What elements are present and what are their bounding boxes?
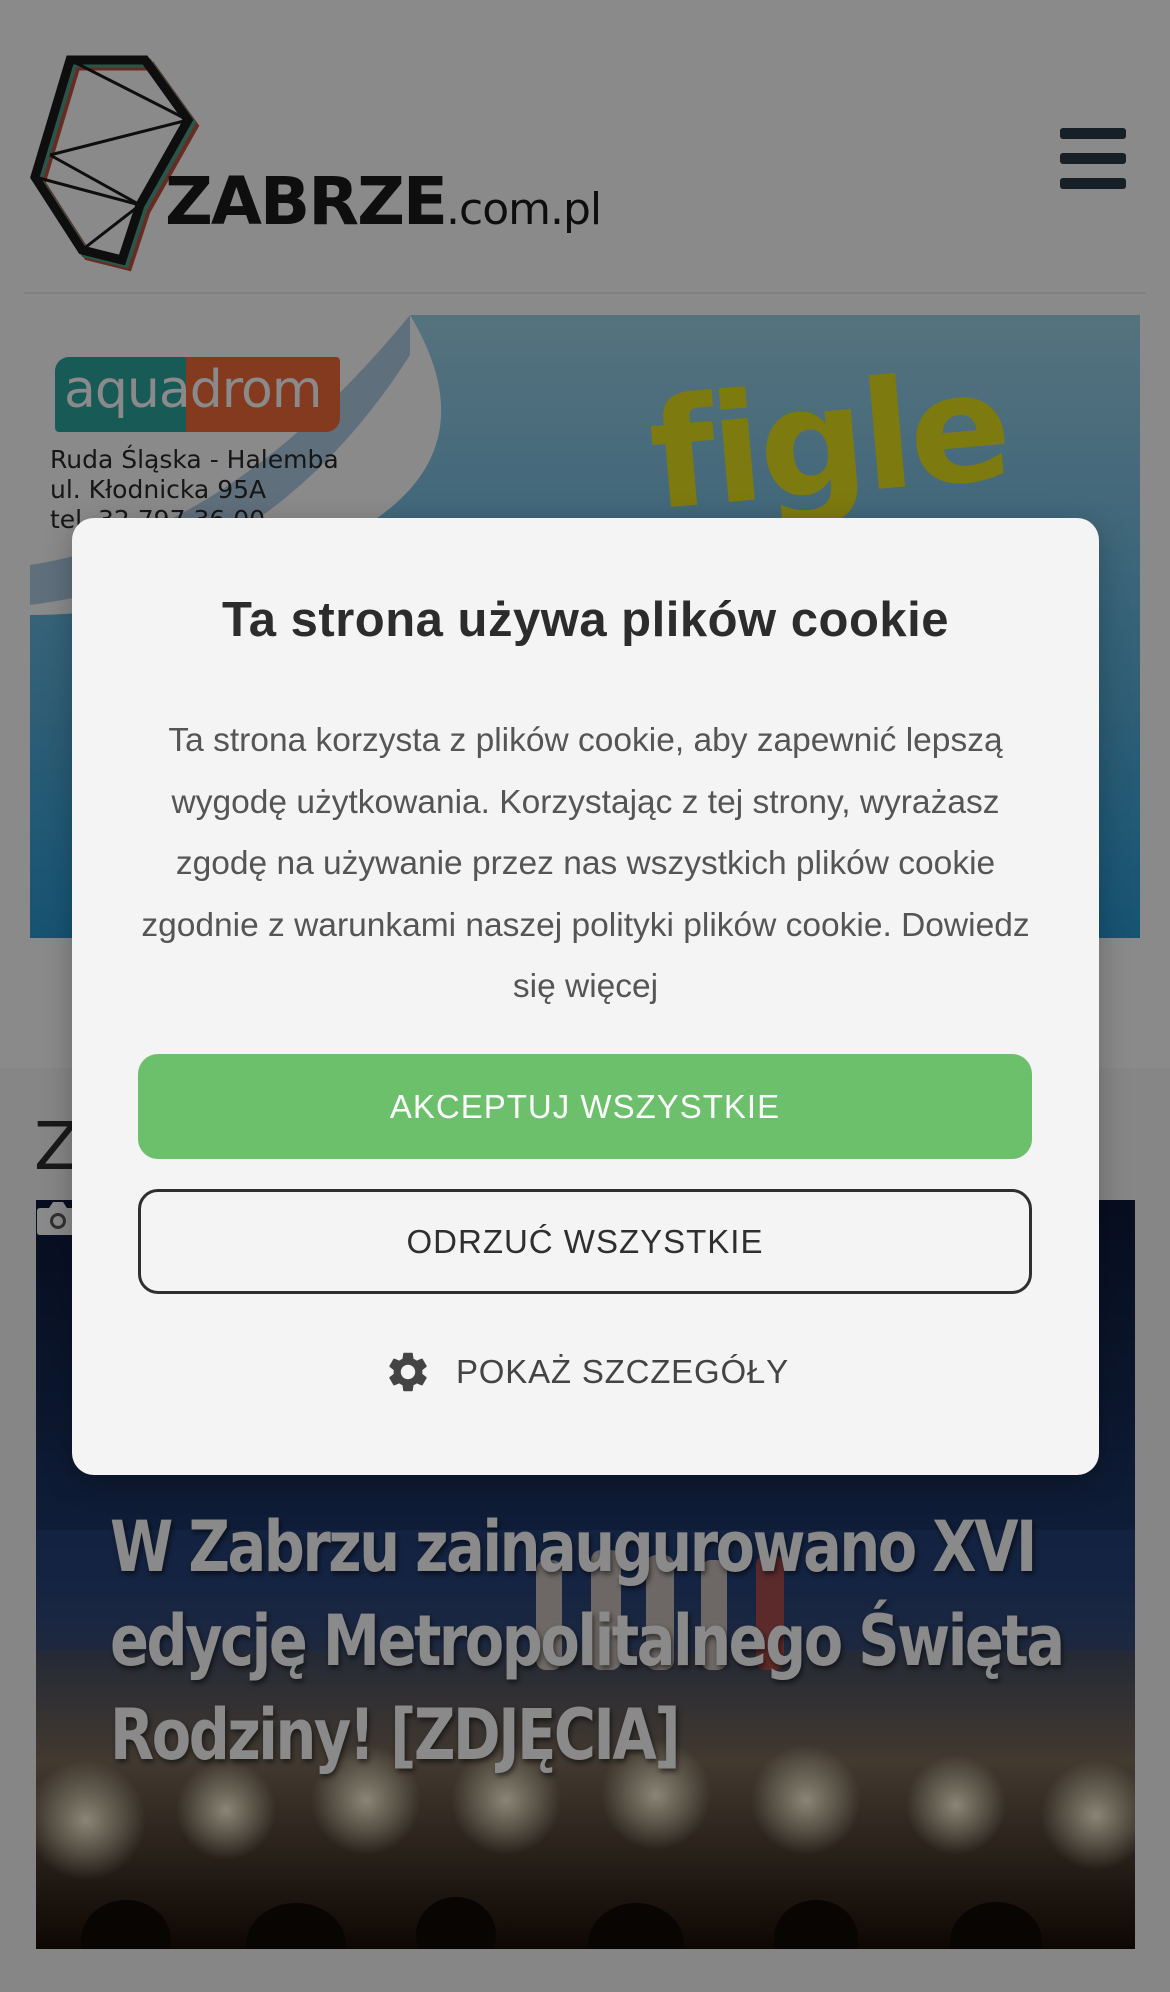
cookie-description-text: Ta strona korzysta z plików cookie, aby … (141, 722, 1003, 944)
accept-all-button[interactable]: AKCEPTUJ WSZYSTKIE (138, 1054, 1032, 1159)
cookie-consent-modal: Ta strona używa plików cookie Ta strona … (72, 518, 1099, 1475)
cookie-title: Ta strona używa plików cookie (222, 593, 949, 647)
show-details-button[interactable]: POKAŻ SZCZEGÓŁY (384, 1344, 789, 1400)
cookie-description: Ta strona korzysta z plików cookie, aby … (132, 710, 1039, 1018)
gear-icon (389, 1352, 427, 1392)
reject-all-button[interactable]: ODRZUĆ WSZYSTKIE (138, 1189, 1032, 1294)
show-details-label: POKAŻ SZCZEGÓŁY (456, 1353, 789, 1390)
